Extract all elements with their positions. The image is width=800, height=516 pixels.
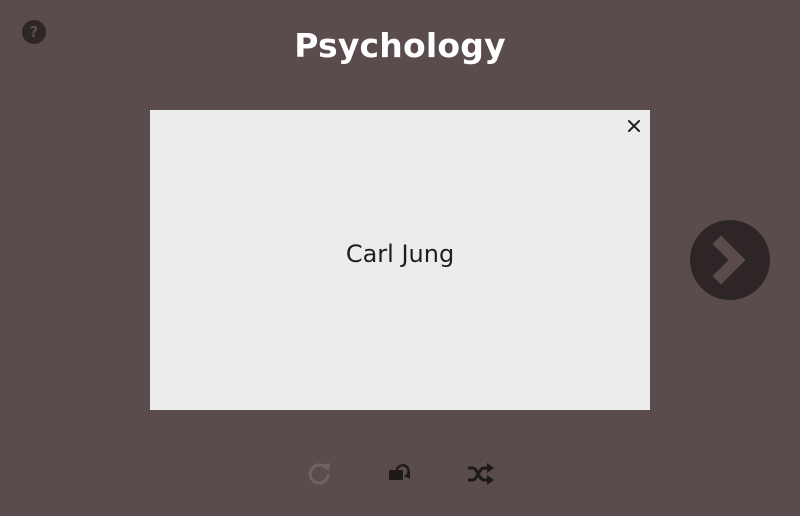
shuffle-button[interactable] bbox=[464, 458, 496, 490]
flashcard-app: ? Psychology Carl Jung bbox=[0, 0, 800, 516]
close-button[interactable] bbox=[624, 116, 644, 136]
restart-button[interactable] bbox=[303, 458, 335, 490]
card-controls bbox=[0, 458, 800, 490]
card-term: Carl Jung bbox=[345, 240, 455, 268]
deck-title: Psychology bbox=[294, 26, 506, 65]
flip-card-button[interactable] bbox=[383, 458, 415, 490]
close-icon bbox=[628, 120, 640, 132]
flashcard[interactable]: Carl Jung bbox=[150, 110, 650, 410]
restart-icon bbox=[308, 463, 330, 485]
shuffle-icon bbox=[468, 463, 494, 485]
chevron-right-icon bbox=[712, 235, 746, 285]
flip-card-icon bbox=[389, 464, 410, 480]
next-card-button[interactable] bbox=[690, 220, 770, 300]
